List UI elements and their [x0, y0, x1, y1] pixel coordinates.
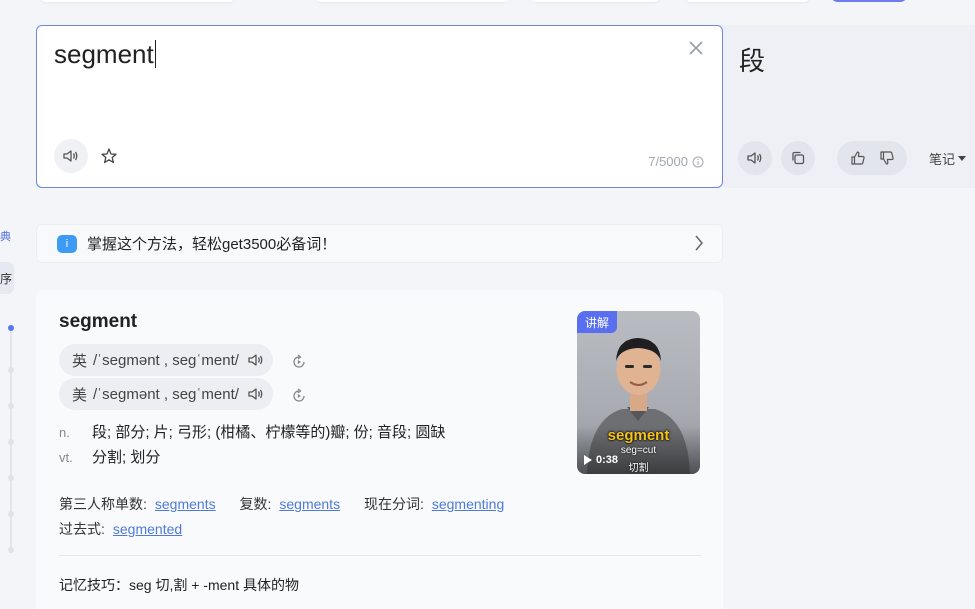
translation-result-panel: 段 笔记 [723, 25, 975, 188]
close-icon [689, 41, 703, 55]
favorite-button[interactable] [97, 144, 121, 168]
clear-input-button[interactable] [688, 38, 704, 60]
rail-dot[interactable] [8, 511, 14, 517]
top-tab-stub[interactable] [685, 0, 810, 2]
feedback-pill [837, 141, 907, 175]
source-text-input[interactable]: segment [54, 39, 156, 70]
rail-dot[interactable] [8, 475, 14, 481]
speaker-icon[interactable] [247, 352, 265, 368]
rail-dot[interactable] [8, 403, 14, 409]
rail-dot[interactable] [8, 367, 14, 373]
speaker-icon [747, 152, 762, 164]
copy-icon [792, 151, 805, 165]
info-icon[interactable] [692, 156, 704, 168]
text-caret [154, 40, 156, 68]
word-form-link[interactable]: segments [155, 496, 216, 512]
source-text: segment [54, 39, 154, 69]
replay-us-button[interactable] [290, 387, 308, 405]
word-form-link[interactable]: segmenting [432, 496, 504, 512]
mnemonic-text: 记忆技巧：seg 切,割 + -ment 具体的物 [59, 577, 299, 593]
result-speak-button[interactable] [738, 141, 772, 175]
definition-text: 分割; 划分 [92, 449, 161, 466]
char-count: 7/5000 [648, 154, 704, 169]
word-form-label: 第三人称单数: [59, 496, 147, 512]
definition-row: n. 段; 部分; 片; 弓形; (柑橘、柠檬等的)瓣; 份; 音段; 圆缺 [59, 421, 445, 442]
video-play-button[interactable]: 0:38 [583, 454, 618, 466]
translation-text: 段 [739, 46, 766, 76]
play-icon [584, 455, 592, 465]
notes-label: 笔记 [929, 152, 956, 167]
replay-icon [293, 388, 305, 402]
rail-dot-active[interactable] [8, 325, 14, 331]
star-icon [101, 148, 117, 164]
video-caption: segment [607, 427, 670, 444]
pron-ipa-uk: /ˈseɡmənt , seɡˈment/ [93, 351, 239, 369]
notes-dropdown[interactable]: 笔记 [929, 149, 967, 168]
speaker-icon [63, 150, 78, 162]
word-form-label: 过去式: [59, 521, 105, 537]
word-form-label: 现在分词: [363, 496, 424, 512]
pron-ipa-us: /ˈseɡmənt , seɡˈment/ [93, 385, 239, 403]
promo-text: 掌握这个方法，轻松get3500必备词！ [87, 236, 337, 253]
promo-logo-icon: i [57, 234, 77, 253]
video-tag: 讲解 [577, 311, 617, 333]
left-rail: 典 序 [0, 0, 20, 609]
word-form-link[interactable]: segmented [113, 521, 182, 537]
divider [59, 555, 701, 556]
chevron-right-icon [695, 235, 703, 251]
thumbs-up-icon[interactable] [850, 150, 866, 166]
word-form: 复数: segments [239, 496, 340, 512]
pron-label-us: 美 [72, 386, 88, 404]
word-forms-row: 第三人称单数: segments 复数: segments 现在分词: segment… [59, 494, 524, 514]
word-form-link[interactable]: segments [279, 496, 340, 512]
caret-down-icon [958, 155, 967, 161]
char-count-text: 7/5000 [648, 154, 688, 169]
definition-row: vt. 分割; 划分 [59, 446, 160, 467]
top-accent-button[interactable] [830, 0, 908, 2]
pronunciation-us[interactable]: 美 /ˈseɡmənt , seɡˈment/ [59, 378, 273, 410]
thumbs-down-icon[interactable] [879, 150, 895, 166]
pronunciation-uk[interactable]: 英 /ˈseɡmənt , seɡˈment/ [59, 344, 273, 376]
rail-dot[interactable] [8, 547, 14, 553]
replay-uk-button[interactable] [290, 353, 308, 371]
word-forms-row: 过去式: segmented [59, 519, 202, 539]
rail-dict-label[interactable]: 典 [0, 228, 11, 244]
definition-text: 段; 部分; 片; 弓形; (柑橘、柠檬等的)瓣; 份; 音段; 圆缺 [92, 424, 446, 441]
top-tab-stub[interactable] [315, 0, 510, 2]
part-of-speech: vt. [59, 450, 73, 465]
pron-label-uk: 英 [72, 352, 88, 370]
source-input-panel[interactable]: segment 7/5000 [36, 25, 723, 188]
video-duration: 0:38 [596, 454, 619, 466]
promo-banner[interactable]: i 掌握这个方法，轻松get3500必备词！ [36, 224, 723, 263]
dictionary-card: segment 英 /ˈseɡmənt , seɡˈment/ 美 /ˈseɡm… [36, 290, 723, 609]
word-form: 过去式: segmented [59, 521, 182, 537]
part-of-speech: n. [59, 425, 70, 440]
explanation-video[interactable]: 讲解 segment seg=cut 切割 0:38 [577, 311, 700, 474]
top-tab-stub[interactable] [40, 0, 235, 2]
replay-icon [293, 354, 305, 368]
copy-button[interactable] [781, 141, 815, 175]
word-form: 现在分词: segmenting [364, 496, 504, 512]
rail-dot[interactable] [8, 439, 14, 445]
speaker-icon[interactable] [247, 386, 265, 402]
rail-tab[interactable]: 序 [0, 262, 14, 294]
word-form-label: 复数: [239, 496, 272, 512]
top-tab-stub[interactable] [530, 0, 660, 2]
word-form: 第三人称单数: segments [59, 496, 216, 512]
headword: segment [59, 311, 138, 332]
source-speak-button[interactable] [54, 139, 88, 173]
